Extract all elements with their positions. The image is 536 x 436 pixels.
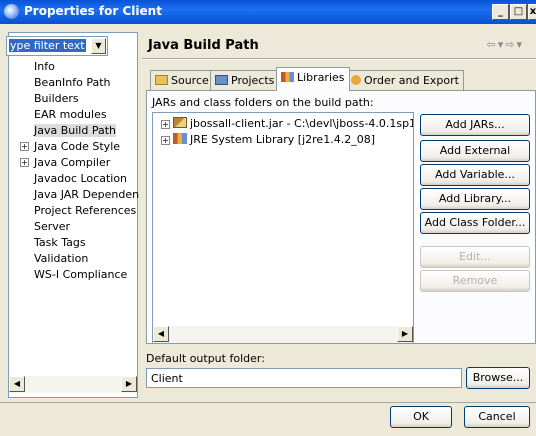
tree-item-label: BeanInfo Path (34, 76, 111, 89)
window-title: Properties for Client (24, 4, 162, 18)
tree-item-label: Task Tags (34, 236, 86, 249)
back-icon[interactable]: ⇦ (487, 38, 498, 51)
forward-icon[interactable]: ⇨ (505, 38, 516, 51)
library-icon (173, 133, 187, 144)
tree-item-ws-i-compliance[interactable]: WS-I Compliance (34, 268, 127, 281)
source-folder-icon (155, 75, 168, 85)
chevron-down-icon[interactable]: ▼ (91, 38, 106, 54)
minimize-button[interactable]: _ (492, 4, 509, 20)
tab-libraries[interactable]: Libraries (276, 67, 350, 91)
tab-projects[interactable]: Projects (210, 70, 280, 90)
expand-icon[interactable]: + (20, 158, 29, 167)
tree-horizontal-scrollbar[interactable]: ◀ ▶ (9, 376, 137, 393)
list-item[interactable]: + JRE System Library [j2re1.4.2_08] (161, 133, 375, 146)
browse-button[interactable]: Browse... (466, 367, 530, 389)
jar-icon (173, 117, 187, 128)
default-output-folder-field[interactable]: Client (146, 368, 462, 388)
cancel-button[interactable]: Cancel (464, 406, 530, 428)
tree-item-label: Builders (34, 92, 79, 105)
tab-order-and-export[interactable]: Order and Export (346, 70, 464, 90)
list-item-label: jbossall-client.jar - C:\devl\jboss-4.0.… (190, 117, 413, 130)
tab-label: Libraries (297, 71, 345, 84)
tab-source[interactable]: Source (150, 70, 214, 90)
tree-item-label: EAR modules (34, 108, 107, 121)
expand-icon[interactable]: + (161, 120, 170, 129)
divider (0, 402, 536, 403)
eclipse-icon (4, 4, 19, 19)
tree-item-label: Server (34, 220, 71, 233)
tree-item-label: Validation (34, 252, 89, 265)
tree-item-info[interactable]: Info (34, 60, 55, 73)
tree-item-java-jar-dependencies[interactable]: Java JAR Dependen (34, 188, 139, 201)
tree-item-label: Java Build Path (34, 124, 117, 137)
history-nav[interactable]: ⇦▾⇨▾ (487, 38, 525, 51)
scroll-left-icon[interactable]: ◀ (9, 376, 25, 392)
expand-icon[interactable]: + (161, 136, 170, 145)
divider (142, 58, 536, 60)
default-output-folder-label: Default output folder: (146, 352, 265, 365)
filter-text: ype filter text (9, 39, 86, 52)
tree-item-java-compiler[interactable]: + Java Compiler (20, 156, 111, 169)
tab-label: Order and Export (364, 74, 459, 87)
tree-item-label: Info (34, 60, 55, 73)
scroll-right-icon[interactable]: ▶ (121, 376, 137, 392)
list-item[interactable]: + jbossall-client.jar - C:\devl\jboss-4.0… (161, 117, 413, 130)
list-item-label: JRE System Library [j2re1.4.2_08] (190, 133, 375, 146)
tree-item-javadoc-location[interactable]: Javadoc Location (34, 172, 127, 185)
remove-button[interactable]: Remove (420, 270, 530, 292)
order-icon (351, 75, 361, 85)
expand-icon[interactable]: + (20, 142, 29, 151)
add-jars-button[interactable]: Add JARs... (420, 114, 530, 136)
scroll-left-icon[interactable]: ◀ (153, 326, 169, 342)
project-icon (215, 75, 228, 85)
list-horizontal-scrollbar[interactable]: ◀ ▶ (153, 326, 413, 343)
tree-item-label: WS-I Compliance (34, 268, 128, 281)
tree-item-builders[interactable]: Builders (34, 92, 79, 105)
tree-item-beaninfo-path[interactable]: BeanInfo Path (34, 76, 111, 89)
chevron-down-icon[interactable]: ▾ (516, 38, 524, 51)
tree-item-project-references[interactable]: Project References (34, 204, 136, 217)
add-class-folder-button[interactable]: Add Class Folder... (420, 212, 530, 234)
edit-button[interactable]: Edit... (420, 246, 530, 268)
libraries-heading: JARs and class folders on the build path… (152, 96, 374, 109)
tree-item-java-build-path[interactable]: Java Build Path (34, 124, 117, 137)
filter-input[interactable]: ype filter text ▼ (6, 36, 108, 56)
tree-item-task-tags[interactable]: Task Tags (34, 236, 86, 249)
tree-item-validation[interactable]: Validation (34, 252, 88, 265)
build-path-list[interactable]: + jbossall-client.jar - C:\devl\jboss-4.0… (152, 112, 414, 344)
tree-item-label: Java JAR Dependen (34, 188, 140, 201)
tree-item-label: Java Compiler (34, 156, 111, 169)
tree-item-server[interactable]: Server (34, 220, 70, 233)
library-icon (281, 72, 294, 82)
scroll-right-icon[interactable]: ▶ (397, 326, 413, 342)
tree-item-label: Javadoc Location (34, 172, 128, 185)
maximize-button[interactable]: □ (510, 4, 527, 20)
tree-item-label: Project References (34, 204, 137, 217)
add-variable-button[interactable]: Add Variable... (420, 164, 530, 186)
close-button[interactable]: x (528, 4, 536, 20)
ok-button[interactable]: OK (390, 406, 452, 428)
tab-label: Projects (231, 74, 275, 87)
page-title: Java Build Path (148, 38, 259, 53)
add-library-button[interactable]: Add Library... (420, 188, 530, 210)
tree-item-label: Java Code Style (34, 140, 121, 153)
add-external-jars-button[interactable]: Add External JARs... (420, 140, 530, 177)
tree-item-ear-modules[interactable]: EAR modules (34, 108, 107, 121)
tree-item-java-code-style[interactable]: + Java Code Style (20, 140, 121, 153)
title-bar: Properties for Client _ □ x (0, 0, 536, 24)
tab-label: Source (171, 74, 209, 87)
